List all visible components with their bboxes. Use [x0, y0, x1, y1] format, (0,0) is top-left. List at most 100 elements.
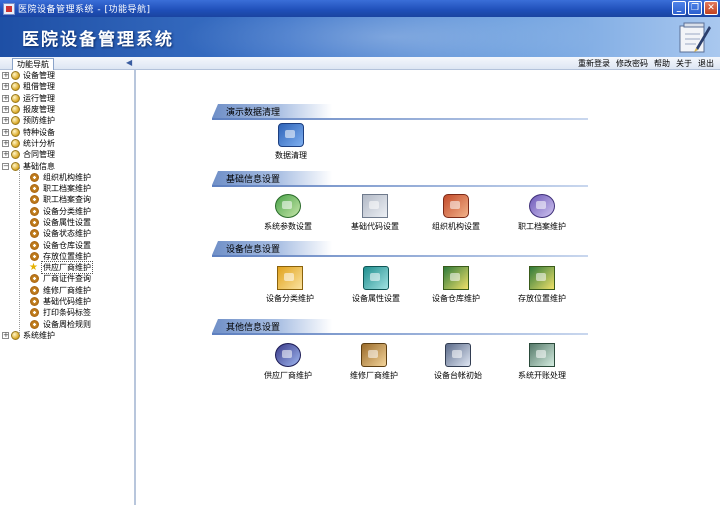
equipment-category-button[interactable]: 设备分类维护: [250, 266, 330, 304]
tree-item-label: 运行管理: [23, 93, 55, 103]
gear-icon: [30, 172, 39, 182]
repair-vendor-button[interactable]: 维修厂商维护: [334, 343, 414, 381]
collapse-sidebar-icon[interactable]: ◀: [126, 58, 134, 68]
minimize-button[interactable]: _: [672, 1, 686, 15]
expand-icon[interactable]: +: [2, 94, 9, 102]
tree-child-item[interactable]: 设备状态维护: [2, 228, 134, 239]
collapse-icon[interactable]: −: [2, 162, 9, 170]
tree-child-label: 设备周检规则: [43, 319, 91, 329]
tree-child-item[interactable]: 职工档案维护: [2, 183, 134, 194]
supplier-icon: [275, 343, 301, 367]
tree-child-label: 供应厂商维护: [41, 261, 93, 275]
warehouse-icon: [443, 266, 469, 290]
item-label: 设备仓库维护: [432, 294, 480, 303]
section-header: 基础信息设置: [212, 171, 588, 187]
system-params-button[interactable]: 系统参数设置: [248, 194, 328, 232]
expand-icon[interactable]: +: [2, 331, 9, 339]
tree-child-item[interactable]: 职工档案查询: [2, 194, 134, 205]
banner: 医院设备管理系统: [0, 17, 720, 57]
gear-icon: [30, 285, 39, 295]
section-title: 基础信息设置: [226, 175, 281, 185]
item-label: 基础代码设置: [351, 222, 399, 231]
tree-item-equipment-management[interactable]: + 设备管理: [2, 70, 134, 81]
change-password-link[interactable]: 修改密码: [616, 57, 648, 70]
expand-icon[interactable]: +: [2, 151, 9, 159]
expand-icon[interactable]: +: [2, 83, 9, 91]
tree-child-item[interactable]: 设备周检规则: [2, 319, 134, 330]
exit-link[interactable]: 退出: [698, 57, 714, 70]
window-title: 医院设备管理系统 - [功能导航]: [18, 5, 151, 15]
tree-child-label: 设备状态维护: [43, 229, 91, 239]
tree-item-special-equipment[interactable]: + 特种设备: [2, 126, 134, 137]
app-icon: [3, 2, 15, 15]
tree-child-item[interactable]: 厂商证件查询: [2, 273, 134, 284]
expand-icon[interactable]: +: [2, 117, 9, 125]
pen-notebook-icon: [679, 22, 711, 53]
relogin-link[interactable]: 重新登录: [578, 57, 610, 70]
help-link[interactable]: 帮助: [654, 57, 670, 70]
window-controls: _ ❐ ✕: [672, 1, 718, 15]
warehouse-button[interactable]: 设备仓库维护: [416, 266, 496, 304]
tree-child-item[interactable]: 基础代码维护: [2, 296, 134, 307]
expand-icon[interactable]: +: [2, 106, 9, 114]
tree-child-label: 基础代码维护: [43, 297, 91, 307]
supplier-button[interactable]: 供应厂商维护: [248, 343, 328, 381]
tree-child-item[interactable]: 设备仓库设置: [2, 239, 134, 250]
tree-child-label: 设备仓库设置: [43, 240, 91, 250]
folder-icon: [11, 71, 20, 81]
equipment-attribute-button[interactable]: 设备属性设置: [336, 266, 416, 304]
close-button[interactable]: ✕: [704, 1, 718, 15]
tree-child-label: 设备属性设置: [43, 218, 91, 227]
item-label: 供应厂商维护: [264, 371, 312, 380]
ledger-init-button[interactable]: 设备台帐初始: [418, 343, 498, 381]
folder-icon: [11, 127, 20, 137]
tree-child-label: 职工档案维护: [43, 184, 91, 194]
tree-item-statistics[interactable]: + 统计分析: [2, 138, 134, 149]
tree-item-preventive-maintenance[interactable]: + 预防维护: [2, 115, 134, 126]
section-underline: [212, 118, 588, 120]
tree-item-lease-management[interactable]: + 租借管理: [2, 81, 134, 92]
org-structure-button[interactable]: 组织机构设置: [416, 194, 496, 232]
section-underline: [212, 333, 588, 335]
expand-icon[interactable]: +: [2, 128, 9, 136]
base-code-button[interactable]: 基础代码设置: [335, 194, 415, 232]
tree-child-item[interactable]: 设备属性设置: [2, 217, 134, 228]
gear-icon: [30, 251, 39, 261]
data-cleanup-button[interactable]: 数据清理: [251, 123, 331, 161]
tree-child-item-selected[interactable]: ★ 供应厂商维护: [2, 261, 134, 275]
storage-location-icon: [529, 266, 555, 290]
tree-child-label: 打印条码标签: [43, 308, 91, 318]
base-code-icon: [362, 194, 388, 218]
tab-function-navigation[interactable]: 功能导航: [12, 58, 54, 70]
staff-archive-button[interactable]: 职工档案维护: [502, 194, 582, 232]
tree-child-item[interactable]: 组织机构维护: [2, 172, 134, 183]
gear-icon: [30, 206, 39, 216]
about-link[interactable]: 关于: [676, 57, 692, 70]
account-open-button[interactable]: 系统开账处理: [502, 343, 582, 381]
tree-item-label: 统计分析: [23, 138, 55, 148]
data-cleanup-icon: [278, 123, 304, 147]
item-label: 设备属性设置: [352, 294, 400, 303]
tree-item-label: 报废管理: [23, 105, 55, 115]
restore-button[interactable]: ❐: [688, 1, 702, 15]
folder-icon: [11, 82, 20, 92]
tree-child-item[interactable]: 设备分类维护: [2, 206, 134, 217]
tree-item-basic-info[interactable]: − 基础信息: [2, 160, 134, 171]
equipment-attribute-icon: [363, 266, 389, 290]
tree-child-item[interactable]: 维修厂商维护: [2, 285, 134, 296]
storage-location-button[interactable]: 存放位置维护: [502, 266, 582, 304]
gear-icon: [30, 229, 39, 239]
tree-item-scrap-management[interactable]: + 报废管理: [2, 104, 134, 115]
expand-icon[interactable]: +: [2, 139, 9, 147]
tree-item-label: 预防维护: [23, 116, 55, 126]
item-label: 设备分类维护: [266, 294, 314, 303]
tree-item-operation-management[interactable]: + 运行管理: [2, 93, 134, 104]
tree-item-system-maintenance[interactable]: + 系统维护: [2, 330, 134, 341]
tree-child-item[interactable]: 打印条码标签: [2, 307, 134, 318]
title-bar: 医院设备管理系统 - [功能导航] _ ❐ ✕: [0, 0, 720, 17]
folder-icon: [11, 93, 20, 103]
expand-icon[interactable]: +: [2, 72, 9, 80]
gear-icon: [30, 308, 39, 318]
staff-archive-icon: [529, 194, 555, 218]
tree-item-contract-management[interactable]: + 合同管理: [2, 149, 134, 160]
